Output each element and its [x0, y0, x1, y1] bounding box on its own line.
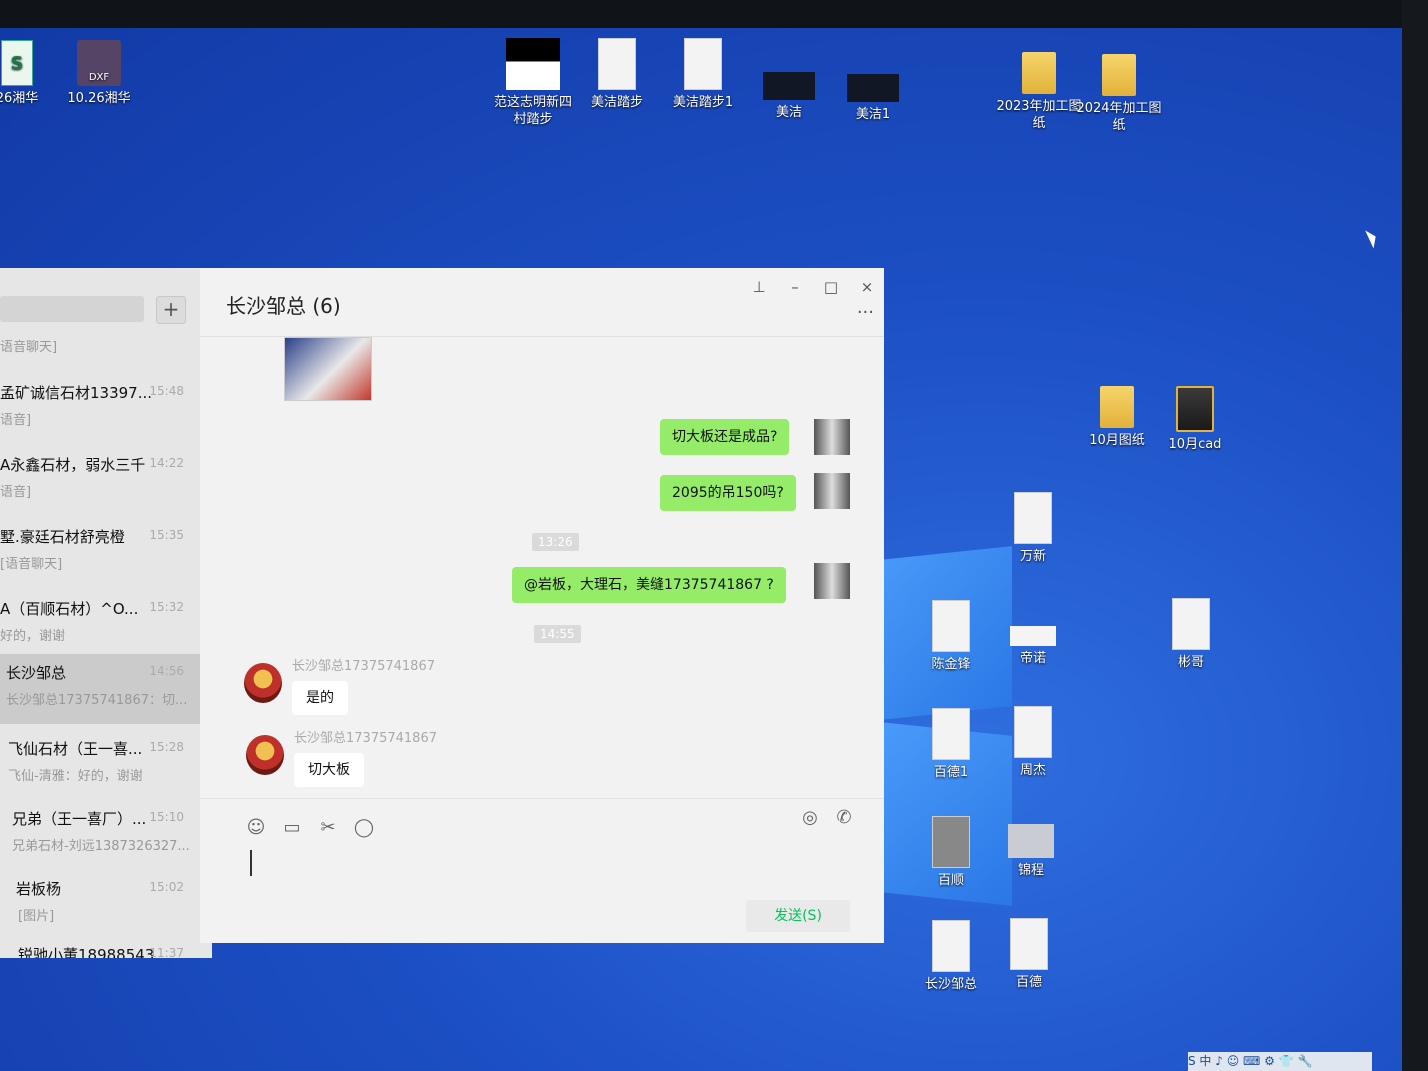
desktop-icon-folder[interactable]: 2024年加工图纸 [1074, 54, 1164, 134]
desktop-icon-image[interactable]: 帝诺 [988, 626, 1078, 667]
chat-list-item[interactable]: 孟矿诚信石材13397... 15:48 语音] [0, 374, 212, 444]
message-area: 切大板还是成品? 2095的吊150吗? 13:26 @岩板，大理石，美缝173… [200, 337, 884, 797]
image-file-icon [1014, 706, 1052, 758]
folder-icon [1102, 54, 1136, 96]
drawing-file-icon [598, 38, 636, 90]
chat-list-item[interactable]: A永鑫石材，弱水三千 14:22 语音] [0, 446, 212, 516]
desktop-icon-folder[interactable]: 10月cad [1150, 386, 1240, 453]
desktop-icon-drawing[interactable]: 美洁踏步1 [658, 38, 748, 111]
folder-icon [1176, 386, 1214, 432]
my-avatar[interactable] [814, 563, 850, 599]
message-bubble-outgoing[interactable]: 切大板还是成品? [660, 419, 790, 455]
message-sender: 长沙邹总17375741867 [292, 659, 435, 674]
monitor-bezel-top [0, 0, 1428, 30]
message-timestamp: 13:26 [532, 533, 579, 551]
image-message[interactable] [284, 337, 372, 401]
image-file-icon [932, 708, 970, 760]
desktop-icon-image[interactable]: 陈金锋 [906, 600, 996, 673]
desktop-icon-image[interactable]: 万新 [988, 492, 1078, 565]
folder-icon [1100, 386, 1134, 428]
desktop-icon-drawing[interactable]: 美洁踏步 [572, 38, 662, 111]
desktop-icon-image[interactable]: 长沙邹总 [906, 920, 996, 993]
emoji-icon[interactable]: ☺ [244, 817, 268, 838]
image-file-icon [1172, 598, 1210, 650]
desktop-icon-folder[interactable]: 10月图纸 [1072, 386, 1162, 449]
desktop-icon-image[interactable]: 百德1 [906, 708, 996, 781]
message-bubble-outgoing[interactable]: @岩板，大理石，美缝17375741867 ? [512, 567, 786, 603]
scissors-icon[interactable]: ✂ [316, 817, 340, 838]
message-bubble-outgoing[interactable]: 2095的吊150吗? [660, 475, 796, 511]
image-file-icon [1010, 918, 1048, 970]
monitor-bezel-right [1402, 0, 1428, 1071]
my-avatar[interactable] [814, 419, 850, 455]
search-input[interactable] [0, 296, 144, 322]
system-tray[interactable]: S 中 ♪ ☺ ⌨ ⚙ 👕 🔧 [1188, 1052, 1372, 1071]
maximize-button[interactable]: □ [820, 276, 842, 298]
image-file-icon [932, 600, 970, 652]
desktop-icon-image[interactable]: 美洁1 [828, 74, 918, 123]
desktop-icon-image[interactable]: 锦程 [986, 824, 1076, 879]
drawing-file-icon [684, 38, 722, 90]
desktop-icon-dxf[interactable]: DXF 10.26湘华 [54, 40, 144, 107]
send-button[interactable]: 发送(S) [746, 900, 850, 932]
image-file-icon [847, 74, 899, 102]
voice-call-icon[interactable]: ✆ [832, 807, 856, 828]
image-file-icon [932, 816, 970, 868]
contact-avatar[interactable] [244, 663, 282, 703]
chat-list-item[interactable]: 飞仙石材（王一喜... 15:28 飞仙-清雅：好的，谢谢 [0, 730, 212, 800]
desktop-icon-image[interactable]: 百德 [984, 918, 1074, 991]
message-timestamp: 14:55 [534, 625, 581, 643]
text-input-caret[interactable] [250, 850, 252, 876]
image-file-icon [1014, 492, 1052, 544]
folder-icon [1022, 52, 1056, 94]
chat-list-item[interactable]: 墅.豪廷石材舒亮橙 15:35 [语音聊天] [0, 518, 212, 588]
chat-list-item[interactable]: 兄弟（王一喜厂）... 15:10 兄弟石材-刘远1387326327... [0, 800, 212, 870]
chat-list-item[interactable]: 锐驰小董18988543 11:37 [0, 936, 212, 958]
image-file-icon [506, 38, 560, 90]
chat-list-sidebar: + 语音聊天] 孟矿诚信石材13397... 15:48 语音] A永鑫石材，弱… [0, 268, 212, 958]
chat-list-item[interactable]: 语音聊天] [0, 330, 212, 360]
message-bubble-incoming[interactable]: 切大板 [294, 753, 364, 787]
chat-window: 长沙邹总 (6) ⊥ – □ × ··· 切大板还是成品? 2095的吊150吗… [200, 268, 884, 943]
input-toolbar: ☺ ▭ ✂ ◯ ◎ ✆ [200, 798, 884, 839]
contact-avatar[interactable] [246, 735, 284, 775]
desktop-icon-image[interactable]: 百顺 [906, 816, 996, 889]
minimize-button[interactable]: – [784, 276, 806, 298]
image-file-icon [1008, 824, 1054, 858]
chat-history-icon[interactable]: ◯ [352, 817, 376, 838]
xls-file-icon: S [1, 40, 33, 86]
more-options-button[interactable]: ··· [857, 302, 874, 323]
desktop-icon-image[interactable]: 周杰 [988, 706, 1078, 779]
desktop-icon-image[interactable]: 美洁 [744, 72, 834, 121]
chat-header: 长沙邹总 (6) ⊥ – □ × ··· [200, 268, 884, 337]
image-file-icon [1010, 626, 1056, 646]
live-icon[interactable]: ◎ [798, 807, 822, 828]
image-file-icon [763, 72, 815, 100]
chat-list-item[interactable]: 岩板杨 15:02 [图片] [0, 870, 212, 940]
pin-icon[interactable]: ⊥ [748, 276, 770, 298]
dxf-file-icon: DXF [77, 40, 121, 86]
message-sender: 长沙邹总17375741867 [294, 731, 437, 746]
chat-list-item-active[interactable]: 长沙邹总 14:56 长沙邹总17375741867：切... [0, 654, 212, 724]
folder-icon[interactable]: ▭ [280, 817, 304, 838]
message-bubble-incoming[interactable]: 是的 [292, 681, 348, 715]
chat-title: 长沙邹总 (6) [226, 294, 341, 318]
add-button[interactable]: + [156, 296, 186, 324]
desktop-icon-image[interactable]: 彬哥 [1146, 598, 1236, 671]
my-avatar[interactable] [814, 473, 850, 509]
desktop-icon-xls[interactable]: S 26湘华 [0, 40, 62, 107]
desktop-icon-image[interactable]: 范这志明新四村踏步 [488, 38, 578, 128]
desktop-icon-folder[interactable]: 2023年加工图纸 [994, 52, 1084, 132]
chat-list-item[interactable]: A（百顺石材）^O... 15:32 好的，谢谢 [0, 590, 212, 660]
close-button[interactable]: × [856, 276, 878, 298]
image-file-icon [932, 920, 970, 972]
